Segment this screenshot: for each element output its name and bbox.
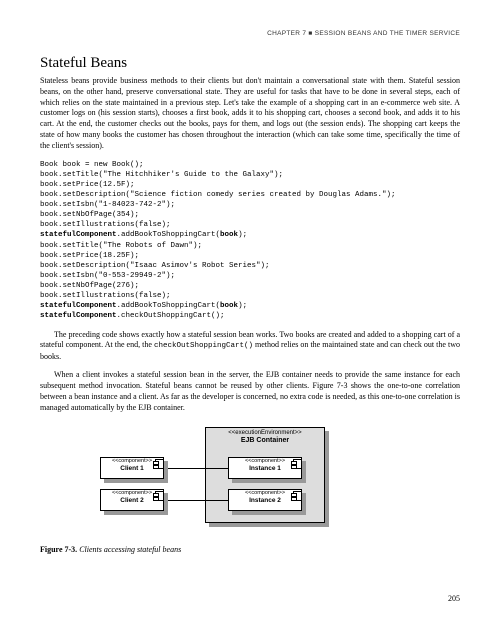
code-line: .addBookToShoppingCart( (117, 302, 221, 310)
code-line: book.setDescription("Science fiction com… (40, 191, 396, 199)
connector-line (168, 500, 228, 501)
inline-code: checkOutShoppingCart() (154, 342, 253, 350)
code-line: book.setIllustrations(false); (40, 221, 171, 229)
code-line: book.setIsbn("0-553-29949-2"); (40, 272, 175, 280)
component-icon (293, 459, 302, 469)
paragraph-2: The preceding code shows exactly how a s… (40, 330, 460, 363)
section-heading: Stateful Beans (40, 55, 460, 72)
shadow (325, 431, 329, 527)
instance-2-box: <<component>> Instance 2 (228, 489, 302, 511)
connector-line (168, 468, 228, 469)
component-icon (293, 491, 302, 501)
code-line-bold: book (220, 231, 238, 239)
uml-diagram: <<executionEnvironment>> EJB Container <… (100, 427, 330, 537)
code-line: .checkOutShoppingCart(); (117, 312, 225, 320)
figure-caption-text: Clients accessing stateful beans (77, 545, 181, 554)
shadow (209, 523, 329, 527)
code-line: .addBookToShoppingCart( (117, 231, 221, 239)
code-line: book.setIllustrations(false); (40, 292, 171, 300)
code-line: book.setTitle("The Robots of Dawn"); (40, 242, 202, 250)
client-1-box: <<component>> Client 1 (100, 457, 164, 479)
shadow (104, 511, 168, 515)
chapter-header: CHAPTER 7 ■ SESSION BEANS AND THE TIMER … (40, 30, 460, 37)
paragraph-1: Stateless beans provide business methods… (40, 76, 460, 152)
page-number: 205 (448, 594, 460, 603)
stereotype-label: <<executionEnvironment>> (206, 428, 324, 437)
code-line: book.setPrice(12.5F); (40, 181, 135, 189)
client-2-box: <<component>> Client 2 (100, 489, 164, 511)
code-line-bold: statefulComponent (40, 312, 117, 320)
code-line-bold: statefulComponent (40, 302, 117, 310)
instance-1-box: <<component>> Instance 1 (228, 457, 302, 479)
code-line: ); (238, 302, 247, 310)
component-icon (155, 459, 164, 469)
figure-caption: Figure 7-3. Clients accessing stateful b… (40, 545, 460, 554)
code-line: book.setNbOfPage(276); (40, 282, 139, 290)
code-line: ); (238, 231, 247, 239)
paragraph-3: When a client invokes a stateful session… (40, 370, 460, 413)
code-line: book.setIsbn("1-84023-742-2"); (40, 201, 175, 209)
code-line: book.setNbOfPage(354); (40, 211, 139, 219)
shadow (232, 511, 306, 515)
code-line-bold: statefulComponent (40, 231, 117, 239)
shadow (232, 479, 306, 483)
code-line: book.setTitle("The Hitchhiker's Guide to… (40, 171, 283, 179)
code-line: book.setDescription("Isaac Asimov's Robo… (40, 262, 270, 270)
shadow (104, 479, 168, 483)
component-icon (155, 491, 164, 501)
code-line: Book book = new Book(); (40, 161, 144, 169)
figure-label: Figure 7-3. (40, 545, 77, 554)
code-line-bold: book (220, 302, 238, 310)
code-listing: Book book = new Book(); book.setTitle("T… (40, 160, 460, 322)
ejb-container-title: EJB Container (206, 437, 324, 444)
figure-7-3: <<executionEnvironment>> EJB Container <… (40, 427, 460, 537)
code-line: book.setPrice(18.25F); (40, 252, 139, 260)
